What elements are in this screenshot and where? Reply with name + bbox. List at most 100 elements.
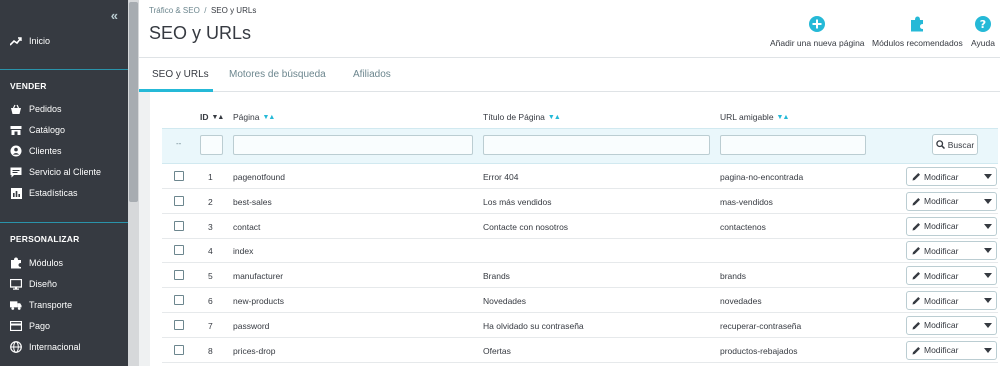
- sort-icon[interactable]: ▼▲: [262, 114, 275, 121]
- search-button[interactable]: Buscar: [932, 134, 978, 155]
- sidebar-item-transporte[interactable]: Transporte: [10, 297, 72, 313]
- breadcrumb-separator: /: [204, 6, 207, 15]
- modify-button[interactable]: Modificar: [906, 266, 980, 286]
- cell-page: new-products: [233, 296, 285, 306]
- modify-button-label: Modificar: [924, 245, 959, 256]
- row-checkbox[interactable]: [174, 319, 184, 330]
- store-icon: [10, 124, 22, 136]
- row-actions-dropdown[interactable]: [979, 191, 997, 211]
- pencil-icon: [912, 247, 920, 255]
- bulk-filter-placeholder: --: [176, 139, 182, 148]
- sidebar-item-inicio[interactable]: Inicio: [10, 33, 50, 49]
- cell-id: 3: [208, 221, 213, 232]
- modify-button[interactable]: Modificar: [906, 167, 980, 186]
- filter-page-input[interactable]: [233, 135, 473, 155]
- row-actions-dropdown[interactable]: [979, 167, 997, 186]
- sidebar-item-catalogo[interactable]: Catálogo: [10, 122, 65, 138]
- breadcrumb-parent[interactable]: Tráfico & SEO: [149, 6, 200, 15]
- row-actions-dropdown[interactable]: [979, 241, 997, 261]
- sidebar-item-estadisticas[interactable]: Estadísticas: [10, 185, 78, 201]
- column-header-id[interactable]: ID ▼▲: [200, 112, 225, 122]
- column-header-title[interactable]: Título de Página ▼▲: [483, 112, 561, 122]
- sidebar-item-label: Estadísticas: [29, 188, 78, 198]
- cell-id: 1: [208, 172, 213, 182]
- sidebar-item-diseno[interactable]: Diseño: [10, 276, 57, 292]
- row-actions-dropdown[interactable]: [979, 340, 997, 360]
- user-icon: [10, 145, 22, 157]
- globe-icon: [10, 341, 22, 353]
- cell-page: password: [233, 320, 270, 331]
- cell-title: Error 404: [483, 172, 519, 182]
- sidebar-item-pago[interactable]: Pago: [10, 318, 50, 334]
- table-row: 3 contact Contacte con nosotros contactenos…: [162, 214, 998, 239]
- puzzle-icon: [10, 257, 22, 269]
- filter-id-input[interactable]: [200, 135, 223, 155]
- modify-button[interactable]: Modificar: [906, 315, 980, 335]
- sort-icon[interactable]: ▼▲: [777, 114, 790, 121]
- row-checkbox[interactable]: [174, 195, 184, 206]
- cell-url: contactenos: [720, 221, 766, 232]
- sidebar-divider: [0, 69, 128, 70]
- add-new-page-button[interactable]: Añadir una nueva página: [770, 16, 865, 48]
- caret-down-icon: [983, 322, 992, 328]
- row-actions-dropdown[interactable]: [979, 216, 997, 236]
- sidebar-item-servicio[interactable]: Servicio al Cliente: [10, 164, 101, 180]
- modify-button[interactable]: Modificar: [906, 291, 980, 310]
- filter-title-input[interactable]: [483, 135, 710, 155]
- column-header-label: URL amigable: [720, 112, 774, 122]
- truck-icon: [10, 299, 22, 311]
- sidebar-item-pedidos[interactable]: Pedidos: [10, 101, 62, 117]
- pencil-icon: [912, 346, 920, 355]
- row-checkbox[interactable]: [174, 270, 184, 281]
- filter-url-input[interactable]: [720, 135, 866, 155]
- cell-page: prices-drop: [233, 345, 276, 356]
- sidebar-item-modulos[interactable]: Módulos: [10, 255, 63, 271]
- sidebar-scrollbar[interactable]: [128, 0, 139, 366]
- modify-button[interactable]: Modificar: [906, 216, 980, 236]
- pencil-icon: [912, 297, 920, 305]
- row-checkbox[interactable]: [174, 295, 184, 305]
- pencil-icon: [912, 197, 920, 206]
- caret-down-icon: [983, 248, 992, 254]
- sidebar-item-label: Internacional: [29, 342, 81, 352]
- scrollbar-thumb[interactable]: [129, 2, 138, 202]
- tab-afiliados[interactable]: Afiliados: [353, 69, 391, 80]
- credit-card-icon: [10, 320, 22, 332]
- column-header-label: Título de Página: [483, 112, 545, 122]
- sidebar: « Inicio VENDER Pedidos Catálogo Cliente…: [0, 0, 128, 366]
- row-checkbox[interactable]: [174, 220, 184, 231]
- sort-icon[interactable]: ▼▲: [548, 114, 561, 121]
- row-actions-dropdown[interactable]: [979, 315, 997, 335]
- recommended-modules-button[interactable]: Módulos recomendados: [872, 16, 963, 48]
- row-actions-dropdown[interactable]: [979, 291, 997, 310]
- cell-url: brands: [720, 271, 746, 282]
- pencil-icon: [912, 222, 920, 231]
- column-header-url[interactable]: URL amigable ▼▲: [720, 112, 790, 122]
- tab-seo-urls[interactable]: SEO y URLs: [152, 69, 209, 80]
- breadcrumb: Tráfico & SEO / SEO y URLs: [149, 6, 256, 15]
- sidebar-item-clientes[interactable]: Clientes: [10, 143, 62, 159]
- sidebar-item-label: Pago: [29, 321, 51, 331]
- cell-page: contact: [233, 221, 261, 232]
- modify-button[interactable]: Modificar: [906, 241, 980, 261]
- page-title: SEO y URLs: [149, 23, 252, 43]
- seo-urls-table: ID ▼▲ Página ▼▲ Título de Página ▼▲ URL …: [150, 92, 1000, 366]
- modify-button-label: Modificar: [924, 295, 959, 306]
- sidebar-item-label: Inicio: [29, 36, 51, 46]
- tab-motores-busqueda[interactable]: Motores de búsqueda: [229, 69, 326, 80]
- search-icon: [936, 140, 945, 149]
- cell-url: recuperar-contraseña: [720, 320, 802, 331]
- row-checkbox[interactable]: [174, 344, 184, 355]
- row-checkbox[interactable]: [174, 245, 184, 256]
- cell-id: 4: [208, 246, 213, 257]
- modify-button[interactable]: Modificar: [906, 340, 980, 360]
- column-header-page[interactable]: Página ▼▲: [233, 112, 275, 122]
- sidebar-item-internacional[interactable]: Internacional: [10, 339, 81, 355]
- sort-icon[interactable]: ▼▲: [212, 114, 225, 121]
- help-button[interactable]: ? Ayuda: [971, 16, 995, 48]
- chat-icon: [10, 166, 22, 178]
- row-actions-dropdown[interactable]: [979, 266, 997, 286]
- collapse-sidebar-icon[interactable]: «: [111, 8, 118, 23]
- row-checkbox[interactable]: [174, 171, 184, 181]
- modify-button[interactable]: Modificar: [906, 191, 980, 211]
